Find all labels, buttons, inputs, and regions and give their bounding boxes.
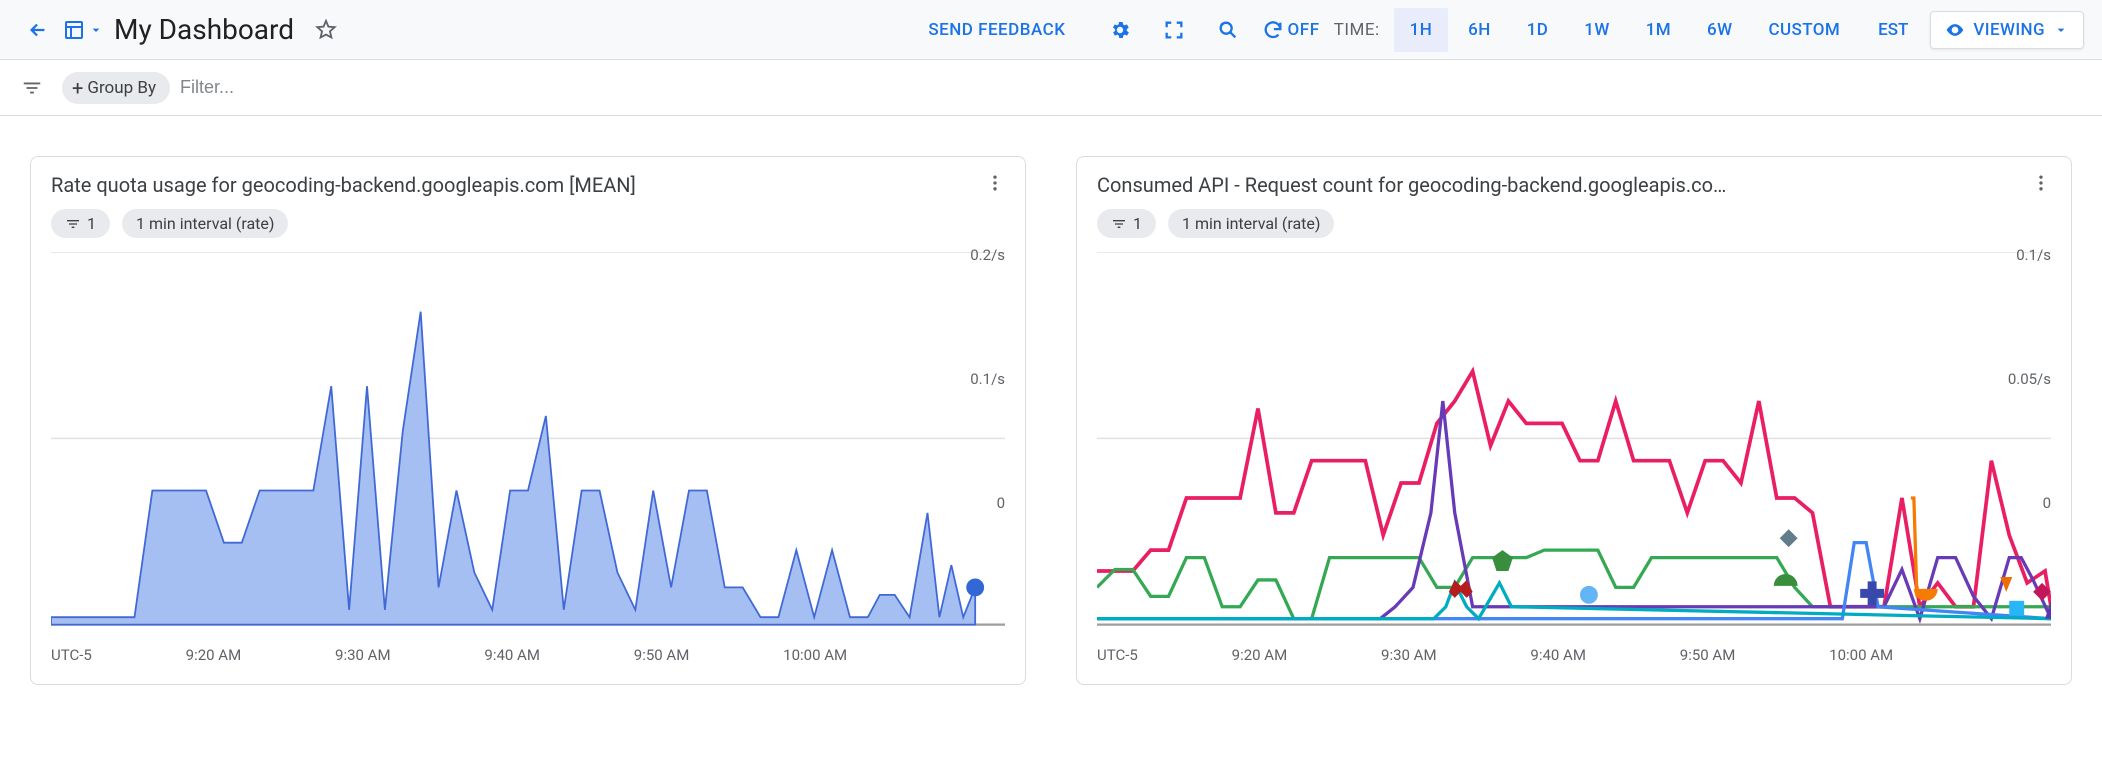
x-tick: 9:30 AM: [335, 646, 391, 664]
auto-refresh-toggle[interactable]: OFF: [1262, 19, 1320, 41]
fullscreen-icon: [1163, 19, 1185, 41]
chart-interval-chip[interactable]: 1 min interval (rate): [122, 209, 288, 238]
x-tick: 10:00 AM: [1829, 646, 1893, 664]
x-tick: 9:30 AM: [1381, 646, 1437, 664]
chart-menu-button[interactable]: [985, 173, 1005, 197]
chart-card-rate-quota: Rate quota usage for geocoding-backend.g…: [30, 156, 1026, 685]
chart-filter-chip[interactable]: 1: [51, 209, 110, 238]
charts-container: Rate quota usage for geocoding-backend.g…: [0, 116, 2102, 725]
eye-icon: [1945, 20, 1965, 40]
x-tz: UTC-5: [1097, 646, 1138, 664]
y-tick: 0: [997, 494, 1005, 512]
y-tick: 0.1/s: [970, 370, 1005, 388]
fullscreen-button[interactable]: [1154, 10, 1194, 50]
time-range-tabs: 1H 6H 1D 1W 1M 6W CUSTOM: [1394, 8, 1856, 52]
x-tick: 9:20 AM: [1232, 646, 1288, 664]
groupby-label: Group By: [87, 78, 156, 98]
caret-down-icon: [88, 22, 104, 38]
filter-count: 1: [1133, 214, 1142, 233]
timezone-selector[interactable]: EST: [1878, 20, 1908, 40]
arrow-left-icon: [27, 19, 49, 41]
zoom-icon: [1217, 19, 1239, 41]
y-tick: 0.2/s: [970, 246, 1005, 264]
time-tab-6w[interactable]: 6W: [1691, 8, 1748, 52]
filter-list-icon: [21, 77, 43, 99]
favorite-button[interactable]: [306, 10, 346, 50]
x-tick: 9:40 AM: [1530, 646, 1586, 664]
filter-icon-button[interactable]: [12, 68, 52, 108]
x-tz: UTC-5: [51, 646, 92, 664]
dashboard-icon: [62, 18, 86, 42]
filter-list-icon: [65, 216, 81, 232]
chart-plot-area[interactable]: 0.2/s 0.1/s 0 UTC-5 9:20 AM 9:30 AM 9:40…: [51, 252, 1005, 664]
kebab-icon: [985, 173, 1005, 193]
time-tab-1m[interactable]: 1M: [1630, 8, 1687, 52]
chart-interval-chip[interactable]: 1 min interval (rate): [1168, 209, 1334, 238]
star-icon: [315, 19, 337, 41]
y-tick: 0.05/s: [2008, 370, 2051, 388]
interval-label: 1 min interval (rate): [136, 214, 274, 233]
gear-icon: [1109, 19, 1131, 41]
filter-list-icon: [1111, 216, 1127, 232]
app-header: My Dashboard SEND FEEDBACK OFF TIME: 1H …: [0, 0, 2102, 60]
y-tick: 0: [2043, 494, 2051, 512]
time-tab-6h[interactable]: 6H: [1452, 8, 1507, 52]
mode-selector[interactable]: VIEWING: [1930, 11, 2084, 49]
plus-icon: +: [72, 76, 83, 100]
x-tick: 9:50 AM: [1680, 646, 1736, 664]
x-tick: 9:20 AM: [186, 646, 242, 664]
chart-menu-button[interactable]: [2031, 173, 2051, 197]
x-tick: 9:50 AM: [634, 646, 690, 664]
time-tab-1w[interactable]: 1W: [1568, 8, 1625, 52]
time-tab-custom[interactable]: CUSTOM: [1752, 8, 1856, 52]
x-tick: 9:40 AM: [484, 646, 540, 664]
area-chart-svg: [51, 252, 1005, 640]
filter-input[interactable]: [180, 77, 380, 98]
refresh-icon: [1262, 19, 1284, 41]
refresh-state: OFF: [1288, 20, 1320, 40]
caret-down-icon: [2053, 22, 2069, 38]
chart-plot-area[interactable]: 0.1/s 0.05/s 0: [1097, 252, 2051, 664]
page-title: My Dashboard: [114, 13, 294, 46]
y-tick: 0.1/s: [2016, 246, 2051, 264]
x-tick: 10:00 AM: [783, 646, 847, 664]
chart-title: Rate quota usage for geocoding-backend.g…: [51, 173, 646, 197]
line-chart-svg: [1097, 252, 2051, 640]
settings-button[interactable]: [1100, 10, 1140, 50]
chart-filter-chip[interactable]: 1: [1097, 209, 1156, 238]
filter-count: 1: [87, 214, 96, 233]
chart-title: Consumed API - Request count for geocodi…: [1097, 173, 1736, 197]
time-tab-1h[interactable]: 1H: [1394, 8, 1449, 52]
time-label: TIME:: [1334, 20, 1380, 40]
groupby-chip[interactable]: + Group By: [62, 72, 170, 104]
interval-label: 1 min interval (rate): [1182, 214, 1320, 233]
time-tab-1d[interactable]: 1D: [1511, 8, 1565, 52]
dashboard-selector[interactable]: [62, 18, 104, 42]
filter-bar: + Group By: [0, 60, 2102, 116]
chart-card-request-count: Consumed API - Request count for geocodi…: [1076, 156, 2072, 685]
send-feedback-link[interactable]: SEND FEEDBACK: [928, 20, 1065, 40]
zoom-button[interactable]: [1208, 10, 1248, 50]
kebab-icon: [2031, 173, 2051, 193]
mode-label: VIEWING: [1973, 20, 2045, 40]
back-button[interactable]: [18, 10, 58, 50]
